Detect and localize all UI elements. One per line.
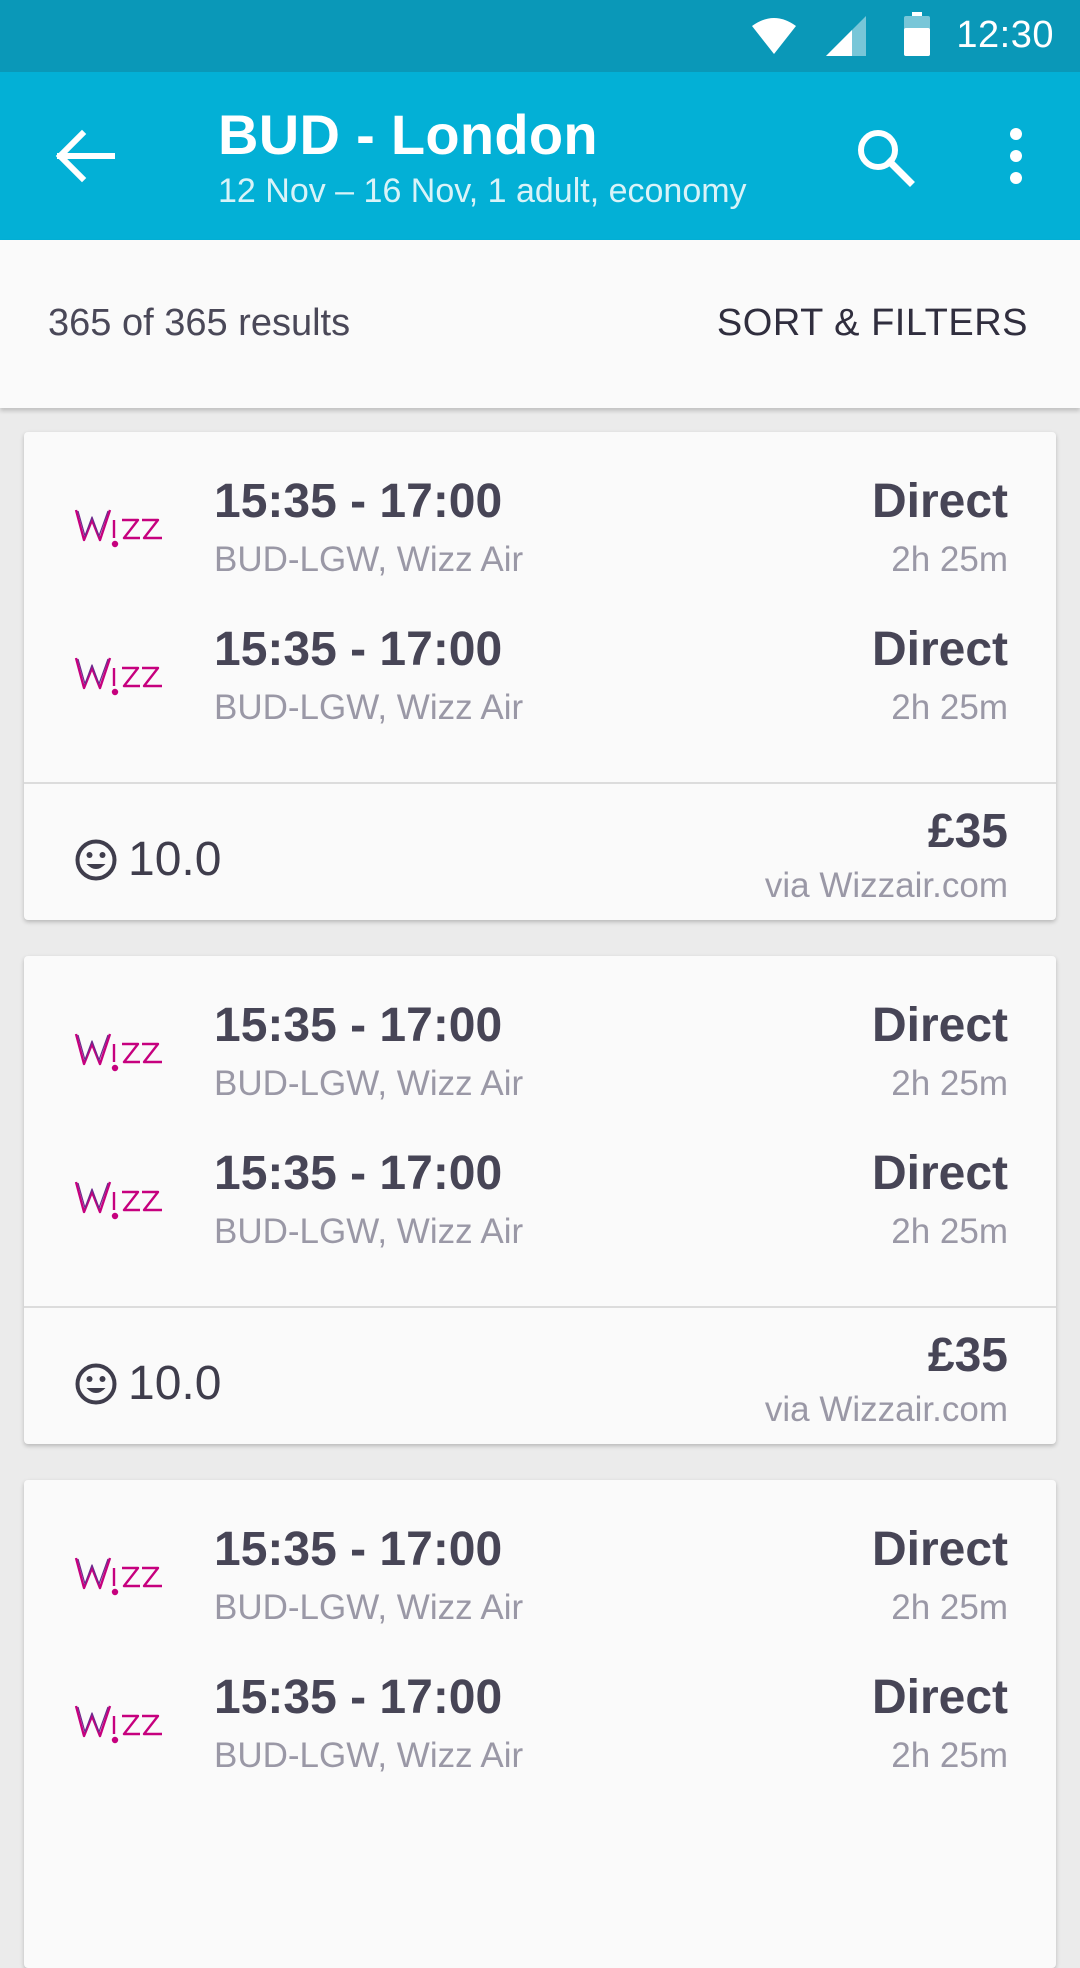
flight-route: BUD-LGW, Wizz Air	[214, 1064, 524, 1103]
flight-card[interactable]: 15:35 - 17:00 BUD-LGW, Wizz Air Direct 2…	[24, 432, 1056, 920]
wizz-air-logo	[74, 1033, 162, 1072]
card-divider	[24, 1306, 1056, 1308]
price: £35	[927, 1329, 1008, 1382]
flight-stops: Direct	[871, 623, 1008, 676]
flight-times: 15:35 - 17:00	[214, 1523, 503, 1576]
flight-route: BUD-LGW, Wizz Air	[214, 540, 524, 579]
page-title: BUD - London	[218, 103, 598, 166]
sort-filters-button[interactable]: SORT & FILTERS	[717, 302, 1028, 345]
flight-duration: 2h 25m	[891, 688, 1008, 727]
wizz-air-logo	[74, 657, 162, 696]
flight-stops: Direct	[871, 1147, 1008, 1200]
flight-stops: Direct	[871, 1523, 1008, 1576]
flight-times: 15:35 - 17:00	[214, 999, 503, 1052]
flight-stops: Direct	[871, 999, 1008, 1052]
flight-card[interactable]: 15:35 - 17:00 BUD-LGW, Wizz Air Direct 2…	[24, 1480, 1056, 1968]
flight-card[interactable]: 15:35 - 17:00 BUD-LGW, Wizz Air Direct 2…	[24, 956, 1056, 1444]
flight-duration: 2h 25m	[891, 1736, 1008, 1775]
card-divider	[24, 782, 1056, 784]
flight-route: BUD-LGW, Wizz Air	[214, 688, 524, 727]
price: £35	[927, 805, 1008, 858]
more-vert-icon[interactable]	[996, 124, 1036, 188]
flight-leg-return: 15:35 - 17:00 BUD-LGW, Wizz Air Direct 2…	[24, 1670, 1056, 1810]
flight-times: 15:35 - 17:00	[214, 623, 503, 676]
rating-score: 10.0	[128, 833, 222, 886]
flight-leg-outbound: 15:35 - 17:00 BUD-LGW, Wizz Air Direct 2…	[24, 998, 1056, 1138]
rating-score: 10.0	[128, 1357, 222, 1410]
flight-stops: Direct	[871, 475, 1008, 528]
search-icon[interactable]	[852, 124, 916, 188]
cell-signal-icon	[826, 16, 866, 56]
flight-times: 15:35 - 17:00	[214, 1147, 503, 1200]
battery-icon	[904, 12, 930, 56]
smiley-icon	[75, 1363, 117, 1405]
flight-times: 15:35 - 17:00	[214, 475, 503, 528]
status-bar: 12:30	[0, 0, 1080, 72]
flight-leg-return: 15:35 - 17:00 BUD-LGW, Wizz Air Direct 2…	[24, 1146, 1056, 1286]
booking-provider: via Wizzair.com	[764, 1390, 1008, 1429]
wifi-icon	[752, 18, 796, 54]
status-time: 12:30	[956, 14, 1054, 56]
trip-summary: 12 Nov – 16 Nov, 1 adult, economy	[218, 172, 747, 210]
flight-duration: 2h 25m	[891, 540, 1008, 579]
wizz-air-logo	[74, 509, 162, 548]
smiley-icon	[75, 839, 117, 881]
wizz-air-logo	[74, 1557, 162, 1596]
flight-leg-outbound: 15:35 - 17:00 BUD-LGW, Wizz Air Direct 2…	[24, 1522, 1056, 1662]
results-bar: 365 of 365 results SORT & FILTERS	[0, 240, 1080, 408]
flight-stops: Direct	[871, 1671, 1008, 1724]
flight-duration: 2h 25m	[891, 1212, 1008, 1251]
flight-route: BUD-LGW, Wizz Air	[214, 1212, 524, 1251]
flight-duration: 2h 25m	[891, 1064, 1008, 1103]
flight-duration: 2h 25m	[891, 1588, 1008, 1627]
wizz-air-logo	[74, 1705, 162, 1744]
flight-leg-return: 15:35 - 17:00 BUD-LGW, Wizz Air Direct 2…	[24, 622, 1056, 762]
results-count: 365 of 365 results	[48, 302, 351, 344]
flight-times: 15:35 - 17:00	[214, 1671, 503, 1724]
flight-route: BUD-LGW, Wizz Air	[214, 1588, 524, 1627]
booking-provider: via Wizzair.com	[764, 866, 1008, 905]
app-bar: BUD - London 12 Nov – 16 Nov, 1 adult, e…	[0, 72, 1080, 240]
flight-route: BUD-LGW, Wizz Air	[214, 1736, 524, 1775]
wizz-air-logo	[74, 1181, 162, 1220]
back-arrow-icon[interactable]	[50, 120, 122, 192]
flight-leg-outbound: 15:35 - 17:00 BUD-LGW, Wizz Air Direct 2…	[24, 474, 1056, 614]
